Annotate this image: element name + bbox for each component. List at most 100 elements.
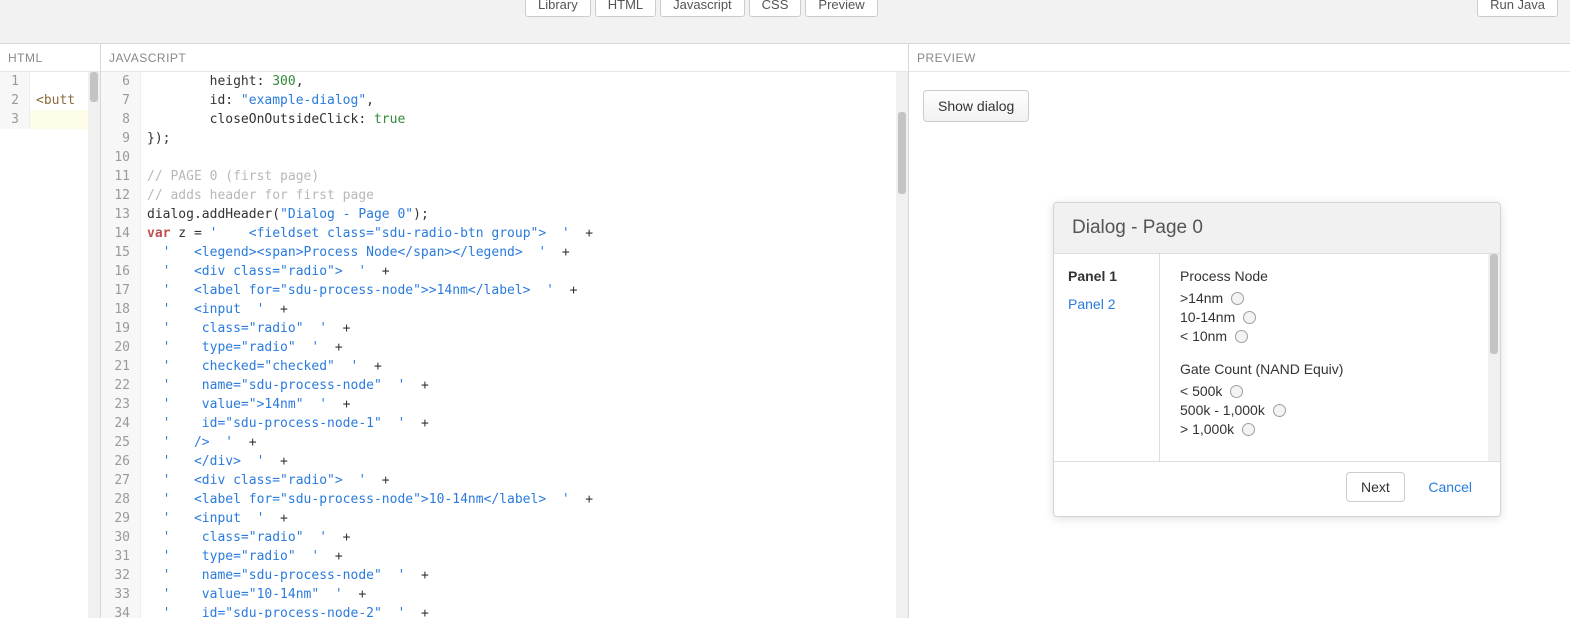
scrollbar[interactable] (88, 72, 100, 618)
editor-line[interactable]: 31 ' type="radio" ' + (101, 547, 896, 566)
editor-line[interactable]: 10 (101, 148, 896, 167)
code-text[interactable]: ' <label for="sdu-process-node">>14nm</l… (141, 281, 577, 300)
editor-line[interactable]: 8 closeOnOutsideClick: true (101, 110, 896, 129)
editor-line[interactable]: 3 (0, 110, 88, 129)
editor-line[interactable]: 18 ' <input ' + (101, 300, 896, 319)
editor-line[interactable]: 7 id: "example-dialog", (101, 91, 896, 110)
tab-css[interactable]: CSS (749, 0, 802, 17)
scrollbar[interactable] (1488, 254, 1500, 461)
editor-line[interactable]: 30 ' class="radio" ' + (101, 528, 896, 547)
radio-input[interactable] (1231, 292, 1244, 305)
code-text[interactable]: id: "example-dialog", (141, 91, 374, 110)
code-text[interactable]: ' id="sdu-process-node-2" ' + (141, 604, 429, 618)
show-dialog-button[interactable]: Show dialog (923, 90, 1029, 122)
radio-option[interactable]: > 1,000k (1180, 421, 1500, 437)
code-text[interactable] (30, 72, 36, 91)
editor-line[interactable]: 14var z = ' <fieldset class="sdu-radio-b… (101, 224, 896, 243)
code-text[interactable]: ' <label for="sdu-process-node">10-14nm<… (141, 490, 593, 509)
line-number: 23 (101, 395, 141, 414)
editor-line[interactable]: 32 ' name="sdu-process-node" ' + (101, 566, 896, 585)
line-number: 20 (101, 338, 141, 357)
editor-line[interactable]: 11// PAGE 0 (first page) (101, 167, 896, 186)
radio-option[interactable]: 500k - 1,000k (1180, 402, 1500, 418)
editor-line[interactable]: 27 ' <div class="radio"> ' + (101, 471, 896, 490)
editor-line[interactable]: 20 ' type="radio" ' + (101, 338, 896, 357)
code-text[interactable]: ' class="radio" ' + (141, 528, 351, 547)
editor-line[interactable]: 24 ' id="sdu-process-node-1" ' + (101, 414, 896, 433)
scrollbar-thumb[interactable] (90, 72, 98, 102)
editor-line[interactable]: 19 ' class="radio" ' + (101, 319, 896, 338)
tab-javascript[interactable]: Javascript (660, 0, 745, 17)
cancel-button[interactable]: Cancel (1414, 473, 1486, 501)
tab-library[interactable]: Library (525, 0, 591, 17)
editor-line[interactable]: 12// adds header for first page (101, 186, 896, 205)
code-text[interactable]: ' checked="checked" ' + (141, 357, 382, 376)
radio-input[interactable] (1230, 385, 1243, 398)
code-text[interactable]: ' <input ' + (141, 509, 288, 528)
code-text[interactable]: // PAGE 0 (first page) (141, 167, 319, 186)
radio-option[interactable]: >14nm (1180, 290, 1500, 306)
editor-line[interactable]: 28 ' <label for="sdu-process-node">10-14… (101, 490, 896, 509)
code-text[interactable]: ' <legend><span>Process Node</span></leg… (141, 243, 570, 262)
code-text[interactable]: var z = ' <fieldset class="sdu-radio-btn… (141, 224, 593, 243)
radio-input[interactable] (1273, 404, 1286, 417)
html-editor[interactable]: 12<butt3 (0, 72, 100, 618)
code-text[interactable]: ' name="sdu-process-node" ' + (141, 566, 429, 585)
code-text[interactable] (30, 110, 36, 129)
editor-line[interactable]: 21 ' checked="checked" ' + (101, 357, 896, 376)
next-button[interactable]: Next (1346, 472, 1405, 502)
tab-html[interactable]: HTML (595, 0, 656, 17)
code-text[interactable]: closeOnOutsideClick: true (141, 110, 405, 129)
dialog-panel-item[interactable]: Panel 1 (1068, 268, 1159, 284)
code-text[interactable]: <butt (30, 91, 75, 110)
code-text[interactable]: ' <div class="radio"> ' + (141, 262, 390, 281)
radio-input[interactable] (1242, 423, 1255, 436)
code-text[interactable]: height: 300, (141, 72, 304, 91)
editor-line[interactable]: 26 ' </div> ' + (101, 452, 896, 471)
radio-option[interactable]: 10-14nm (1180, 309, 1500, 325)
code-text[interactable]: ' value="10-14nm" ' + (141, 585, 366, 604)
code-text[interactable]: ' </div> ' + (141, 452, 288, 471)
editor-line[interactable]: 22 ' name="sdu-process-node" ' + (101, 376, 896, 395)
run-button[interactable]: Run Java (1477, 0, 1558, 17)
radio-label: >14nm (1180, 290, 1223, 306)
code-text[interactable]: // adds header for first page (141, 186, 374, 205)
code-text[interactable]: }); (141, 129, 170, 148)
scrollbar[interactable] (896, 72, 908, 618)
editor-line[interactable]: 6 height: 300, (101, 72, 896, 91)
code-text[interactable]: ' type="radio" ' + (141, 547, 343, 566)
editor-line[interactable]: 17 ' <label for="sdu-process-node">>14nm… (101, 281, 896, 300)
radio-input[interactable] (1235, 330, 1248, 343)
editor-line[interactable]: 1 (0, 72, 88, 91)
code-text[interactable]: ' name="sdu-process-node" ' + (141, 376, 429, 395)
javascript-editor[interactable]: 6 height: 300,7 id: "example-dialog",8 c… (101, 72, 908, 618)
scrollbar-thumb[interactable] (898, 112, 906, 194)
code-text[interactable]: ' /> ' + (141, 433, 257, 452)
fieldset-legend: Gate Count (NAND Equiv) (1180, 361, 1500, 377)
tab-preview[interactable]: Preview (805, 0, 877, 17)
code-text[interactable]: ' class="radio" ' + (141, 319, 351, 338)
editor-line[interactable]: 29 ' <input ' + (101, 509, 896, 528)
code-text[interactable]: ' type="radio" ' + (141, 338, 343, 357)
code-text[interactable]: ' <input ' + (141, 300, 288, 319)
code-text[interactable]: ' value=">14nm" ' + (141, 395, 351, 414)
dialog-panel-item[interactable]: Panel 2 (1068, 296, 1159, 312)
editor-line[interactable]: 13dialog.addHeader("Dialog - Page 0"); (101, 205, 896, 224)
editor-line[interactable]: 2<butt (0, 91, 88, 110)
editor-line[interactable]: 25 ' /> ' + (101, 433, 896, 452)
code-text[interactable]: dialog.addHeader("Dialog - Page 0"); (141, 205, 429, 224)
editor-line[interactable]: 34 ' id="sdu-process-node-2" ' + (101, 604, 896, 618)
code-text[interactable] (141, 148, 147, 167)
scrollbar-thumb[interactable] (1490, 254, 1498, 354)
editor-line[interactable]: 15 ' <legend><span>Process Node</span></… (101, 243, 896, 262)
radio-option[interactable]: < 10nm (1180, 328, 1500, 344)
code-text[interactable]: ' id="sdu-process-node-1" ' + (141, 414, 429, 433)
editor-line[interactable]: 33 ' value="10-14nm" ' + (101, 585, 896, 604)
radio-option[interactable]: < 500k (1180, 383, 1500, 399)
editor-line[interactable]: 23 ' value=">14nm" ' + (101, 395, 896, 414)
editor-line[interactable]: 16 ' <div class="radio"> ' + (101, 262, 896, 281)
radio-input[interactable] (1243, 311, 1256, 324)
editor-line[interactable]: 9}); (101, 129, 896, 148)
code-text[interactable]: ' <div class="radio"> ' + (141, 471, 390, 490)
dialog: Dialog - Page 0 Panel 1Panel 2 Process N… (1053, 202, 1501, 517)
